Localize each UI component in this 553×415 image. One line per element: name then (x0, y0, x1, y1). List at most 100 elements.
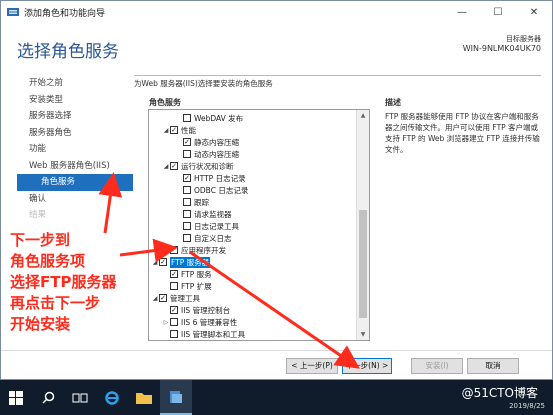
server-manager-icon (170, 390, 182, 403)
collapse-icon[interactable]: ◢ (151, 295, 159, 302)
nav-item-installation-type[interactable]: 安装类型 (17, 92, 133, 109)
tree-checkbox[interactable]: ✓ (170, 126, 178, 134)
tree-item-label: 静态内容压缩 (194, 137, 239, 147)
tree-item[interactable]: 日志记录工具 (175, 220, 239, 232)
tree-item-label: 请求监视器 (194, 209, 232, 219)
tree-item[interactable]: IIS 管理脚本和工具 (162, 328, 245, 340)
tree-item-label: 管理服务 (181, 341, 211, 342)
tree-checkbox[interactable]: ✓ (170, 270, 178, 278)
tree-checkbox[interactable]: ✓ (159, 258, 167, 266)
next-button[interactable]: 下一步(N) > (342, 358, 392, 374)
tree-checkbox[interactable] (183, 210, 191, 218)
tree-item-label: ODBC 日志记录 (194, 185, 249, 195)
expand-icon[interactable]: ▷ (162, 247, 170, 254)
expand-icon[interactable]: ▷ (162, 319, 170, 326)
nav-item-features[interactable]: 功能 (17, 141, 133, 158)
intro-text: 为Web 服务器(IIS)选择要安装的角色服务 (134, 75, 541, 89)
tree-item[interactable]: WebDAV 发布 (175, 112, 243, 124)
tree-checkbox[interactable] (183, 150, 191, 158)
tree-item[interactable]: ▷ IIS 6 管理兼容性 (162, 316, 238, 328)
tree-scrollbar[interactable]: ▲ ▼ (356, 110, 369, 340)
tree-checkbox[interactable] (170, 282, 178, 290)
tree-item-label: 自定义日志 (194, 233, 232, 243)
nav-item-web-server-role[interactable]: Web 服务器角色(IIS) (17, 158, 133, 175)
tree-item[interactable]: ✓ FTP 服务 (162, 268, 212, 280)
close-button[interactable]: ✕ (516, 1, 552, 23)
minimize-button[interactable]: — (444, 1, 480, 23)
task-view-icon (72, 393, 88, 402)
tree-item-label: 管理工具 (170, 293, 200, 303)
collapse-icon[interactable]: ◢ (162, 127, 170, 134)
prev-button[interactable]: < 上一步(P) (286, 358, 338, 374)
tree-checkbox[interactable] (183, 186, 191, 194)
tray-watermark: @51CTO博客 (461, 386, 538, 400)
tree-item[interactable]: ◢ ✓ 运行状况和诊断 (162, 160, 234, 172)
scroll-up-icon[interactable]: ▲ (357, 110, 369, 121)
tree-item-label: 性能 (181, 125, 196, 135)
tree-item[interactable]: ◢ ✓ FTP 服务器 (151, 256, 211, 268)
tree-checkbox[interactable] (170, 318, 178, 326)
tree-checkbox[interactable] (170, 330, 178, 338)
tree-item-label: IIS 6 管理兼容性 (181, 317, 238, 327)
tree-item[interactable]: ✓ HTTP 日志记录 (175, 172, 246, 184)
server-manager-icon (7, 8, 19, 16)
tree-item-label: FTP 扩展 (181, 281, 212, 291)
nav-item-before-you-begin[interactable]: 开始之前 (17, 75, 133, 92)
tree-checkbox[interactable] (183, 222, 191, 230)
taskbar-explorer[interactable] (128, 380, 160, 415)
tree-item-label: 日志记录工具 (194, 221, 239, 231)
maximize-button[interactable]: ☐ (480, 1, 516, 23)
tree-checkbox[interactable] (170, 246, 178, 254)
role-services-header: 角色服务 (149, 98, 181, 107)
task-view-button[interactable] (64, 380, 96, 415)
tree-item[interactable]: ▷ 应用程序开发 (162, 244, 226, 256)
page-title: 选择角色服务 (17, 42, 119, 62)
tree-item[interactable]: ◢ ✓ 性能 (162, 124, 196, 136)
wizard-header: 选择角色服务 目标服务器 WIN-9NLMK04UK70 (1, 23, 552, 75)
target-server: 目标服务器 WIN-9NLMK04UK70 (463, 34, 541, 54)
annotation-line: 再点击下一步 (10, 294, 101, 312)
folder-icon (136, 392, 152, 404)
tree-checkbox[interactable]: ✓ (170, 162, 178, 170)
tree-item[interactable]: 管理服务 (162, 340, 211, 341)
tree-checkbox[interactable] (183, 234, 191, 242)
tree-item[interactable]: 请求监视器 (175, 208, 232, 220)
title-bar: 添加角色和功能向导 — ☐ ✕ (1, 1, 552, 23)
tree-item[interactable]: FTP 扩展 (162, 280, 212, 292)
internet-explorer-icon (105, 390, 119, 405)
tree-checkbox[interactable]: ✓ (170, 306, 178, 314)
cancel-button[interactable]: 取消 (467, 358, 519, 374)
tree-item[interactable]: ✓ 静态内容压缩 (175, 136, 239, 148)
nav-item-role-services[interactable]: 角色服务 (17, 174, 133, 191)
tree-checkbox[interactable]: ✓ (183, 138, 191, 146)
tree-checkbox[interactable]: ✓ (183, 174, 191, 182)
tree-item-label: 运行状况和诊断 (181, 161, 234, 171)
search-button[interactable] (32, 380, 64, 415)
nav-item-server-selection[interactable]: 服务器选择 (17, 108, 133, 125)
scroll-thumb[interactable] (359, 210, 367, 318)
scroll-down-icon[interactable]: ▼ (357, 329, 369, 340)
target-server-label: 目标服务器 (506, 35, 541, 43)
nav-item-server-roles[interactable]: 服务器角色 (17, 125, 133, 142)
tree-checkbox[interactable] (183, 114, 191, 122)
collapse-icon[interactable]: ◢ (151, 259, 159, 266)
tree-item[interactable]: 动态内容压缩 (175, 148, 239, 160)
tree-item[interactable]: ◢ ✓ 管理工具 (151, 292, 200, 304)
annotation-line: 选择FTP服务器 (10, 273, 117, 291)
taskbar-server-manager[interactable] (160, 380, 192, 415)
annotation-line: 下一步到 (10, 231, 71, 249)
taskbar-ie[interactable] (96, 380, 128, 415)
start-button[interactable] (0, 380, 32, 415)
window-title: 添加角色和功能向导 (24, 8, 106, 19)
tree-item[interactable]: ODBC 日志记录 (175, 184, 248, 196)
tree-item[interactable]: 跟踪 (175, 196, 209, 208)
tree-item[interactable]: 自定义日志 (175, 232, 232, 244)
search-icon (41, 391, 54, 404)
tree-item-label: 应用程序开发 (181, 245, 226, 255)
collapse-icon[interactable]: ◢ (162, 163, 170, 170)
nav-item-confirmation[interactable]: 确认 (17, 191, 133, 208)
target-server-name: WIN-9NLMK04UK70 (462, 44, 541, 53)
tree-checkbox[interactable] (183, 198, 191, 206)
tree-item[interactable]: ✓ IIS 管理控制台 (162, 304, 230, 316)
tree-checkbox[interactable]: ✓ (159, 294, 167, 302)
